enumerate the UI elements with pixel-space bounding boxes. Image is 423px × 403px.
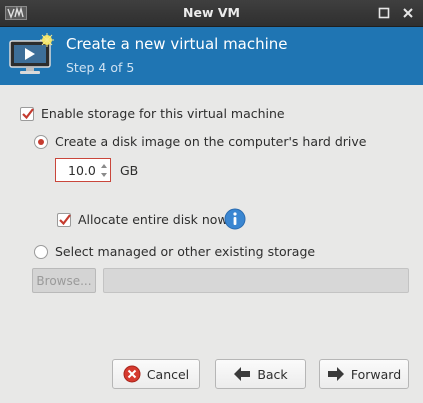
- create-disk-radio[interactable]: [34, 134, 48, 149]
- new-vm-monitor-icon: [9, 33, 54, 74]
- window-title: New VM: [183, 5, 240, 20]
- info-icon[interactable]: [224, 208, 246, 230]
- disk-size-unit: GB: [120, 163, 139, 178]
- cancel-label: Cancel: [146, 366, 190, 382]
- create-disk-label: Create a disk image on the computer's ha…: [55, 134, 367, 149]
- back-arrow-icon: [234, 367, 251, 381]
- page-title: Create a new virtual machine: [66, 35, 288, 53]
- enable-storage-checkbox-row[interactable]: Enable storage for this virtual machine: [20, 106, 285, 121]
- disk-size-value[interactable]: 10.0: [68, 163, 96, 178]
- enable-storage-label: Enable storage for this virtual machine: [41, 106, 285, 121]
- forward-arrow-icon: [327, 367, 344, 381]
- close-icon[interactable]: [399, 4, 417, 22]
- enable-storage-checkbox[interactable]: [20, 106, 34, 121]
- back-button[interactable]: Back: [215, 359, 306, 389]
- managed-storage-radio[interactable]: [34, 244, 48, 259]
- allocate-disk-label: Allocate entire disk now: [78, 212, 228, 227]
- new-vm-window: New VM Create a new virtual machine Step…: [0, 0, 423, 403]
- cancel-icon: [123, 365, 141, 383]
- managed-storage-label: Select managed or other existing storage: [55, 244, 316, 259]
- step-indicator: Step 4 of 5: [66, 60, 135, 75]
- header-banner: Create a new virtual machine Step 4 of 5: [0, 27, 423, 85]
- forward-label: Forward: [350, 366, 402, 382]
- allocate-disk-checkbox[interactable]: [57, 212, 71, 227]
- back-label: Back: [257, 366, 288, 382]
- managed-storage-radio-row[interactable]: Select managed or other existing storage: [34, 244, 315, 259]
- allocate-disk-checkbox-row[interactable]: Allocate entire disk now: [57, 212, 228, 227]
- title-bar[interactable]: New VM: [0, 0, 423, 27]
- disk-size-spinbox[interactable]: 10.0: [55, 158, 111, 182]
- spin-down-icon[interactable]: [98, 170, 110, 180]
- browse-button[interactable]: Browse...: [32, 268, 96, 293]
- forward-button[interactable]: Forward: [319, 359, 409, 389]
- storage-path-field[interactable]: [103, 268, 409, 293]
- maximize-icon[interactable]: [375, 4, 393, 22]
- create-disk-radio-row[interactable]: Create a disk image on the computer's ha…: [34, 134, 366, 149]
- cancel-button[interactable]: Cancel: [112, 359, 200, 389]
